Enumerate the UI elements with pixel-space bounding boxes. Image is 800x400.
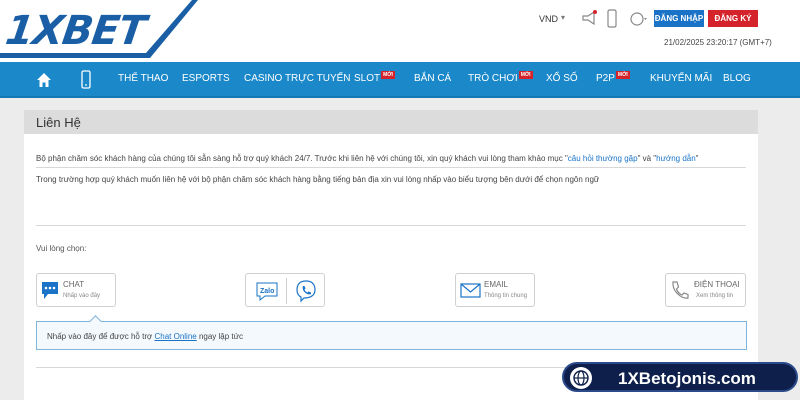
chevron-down-icon[interactable]: ▾ [561, 13, 565, 22]
divider [36, 167, 746, 168]
nav-item-khuyen-mai[interactable]: KHUYẾN MÃI [650, 73, 712, 84]
zalo-icon: Zalo [256, 282, 278, 302]
envelope-icon [460, 283, 481, 298]
currency-select[interactable]: VND [539, 14, 558, 24]
divider [36, 225, 746, 226]
register-button[interactable]: ĐĂNG KÝ [708, 10, 758, 27]
nav-item-ban-ca[interactable]: BẮN CÁ [414, 73, 451, 84]
mobile-app-icon[interactable] [80, 70, 92, 90]
guide-link[interactable]: hướng dẫn [656, 154, 696, 163]
main-nav: THỂ THAO ESPORTS CASINO TRỰC TUYẾN SLOT M… [0, 62, 800, 98]
chat-bubble-icon [42, 282, 58, 299]
choose-label: Vui lòng chọn: [36, 244, 87, 253]
nav-item-esports[interactable]: ESPORTS [182, 73, 230, 84]
logo-text: 1XBET [2, 8, 149, 54]
chat-title: CHAT [63, 280, 85, 289]
zalo-viber-option[interactable]: Zalo [245, 273, 325, 307]
chat-online-link[interactable]: Chat Online [154, 332, 196, 341]
home-icon[interactable] [36, 72, 52, 88]
phone-subtitle: Xem thông tin [696, 293, 734, 299]
chat-info-text: Nhấp vào đây để được hỗ trợ Chat Online … [47, 332, 243, 341]
page-title: Liên Hệ [36, 115, 81, 130]
new-badge: MỚI [518, 71, 533, 79]
site-header: 1XBET VND ▾ ĐĂNG NHẬP ĐĂNG KÝ 21/02/2025… [0, 0, 800, 62]
page-title-bar: Liên Hệ [24, 110, 758, 134]
viber-icon [296, 280, 316, 303]
local-language-text: Trong trường hợp quý khách muốn liên hệ … [36, 175, 600, 184]
nav-item-p2p[interactable]: P2P MỚI [596, 71, 630, 84]
divider [286, 278, 287, 304]
nav-item-xo-so[interactable]: XỔ SỐ [546, 73, 578, 84]
info-pointer [89, 315, 102, 328]
megaphone-icon[interactable] [580, 8, 598, 28]
globe-icon [570, 367, 592, 389]
watermark-text: 1XBetojonis.com [618, 369, 756, 388]
watermark-badge: 1XBetojonis.com [562, 362, 798, 392]
nav-item-the-thao[interactable]: THỂ THAO [118, 73, 168, 84]
chat-info-box[interactable]: Nhấp vào đây để được hỗ trợ Chat Online … [36, 315, 747, 350]
nav-item-tro-choi[interactable]: TRÒ CHƠI MỚI [468, 71, 533, 84]
nav-item-casino[interactable]: CASINO TRỰC TUYẾN [244, 73, 351, 84]
email-subtitle: Thông tin chung [484, 293, 528, 299]
contact-panel: Liên Hệ Bộ phận chăm sóc khách hàng của … [24, 110, 758, 400]
zalo-label: Zalo [260, 288, 274, 295]
phone-option[interactable]: ĐIỆN THOẠI Xem thông tin [665, 273, 746, 307]
mobile-icon[interactable] [606, 8, 618, 30]
chat-option[interactable]: CHAT Nhấp vào đây [36, 273, 116, 307]
logo[interactable]: 1XBET [0, 0, 200, 62]
intro-text: Bộ phận chăm sóc khách hàng của chúng tô… [36, 154, 699, 163]
email-option[interactable]: EMAIL Thông tin chung [455, 273, 535, 307]
faq-link[interactable]: câu hỏi thường gặp [568, 154, 638, 163]
chat-subtitle: Nhấp vào đây [63, 293, 101, 299]
login-button[interactable]: ĐĂNG NHẬP [654, 10, 704, 27]
nav-item-blog[interactable]: BLOG [723, 73, 751, 84]
phone-icon [672, 281, 689, 299]
email-title: EMAIL [484, 280, 509, 289]
globe-icon[interactable] [628, 10, 650, 28]
phone-title: ĐIỆN THOẠI [694, 280, 740, 289]
nav-item-slot[interactable]: SLOT MỚI [354, 71, 395, 84]
new-badge: MỚI [381, 71, 395, 79]
new-badge: MỚI [615, 71, 630, 79]
datetime: 21/02/2025 23:20:17 (GMT+7) [664, 38, 772, 47]
